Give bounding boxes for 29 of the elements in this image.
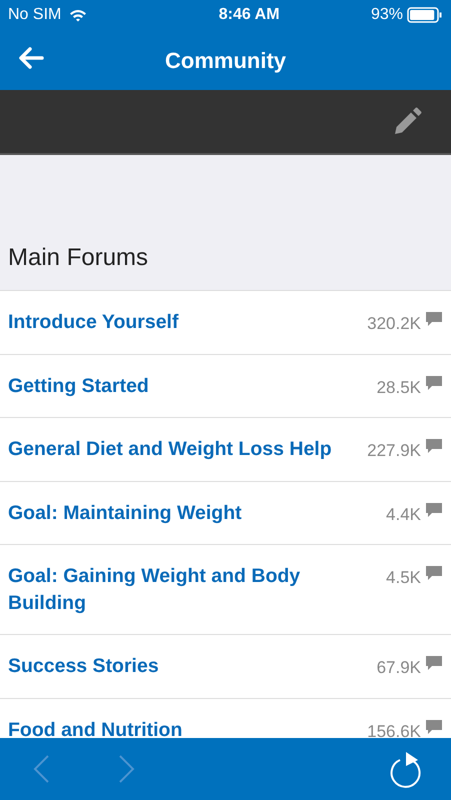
forum-link[interactable]: Food and Nutrition (8, 716, 182, 738)
speech-bubble-icon (425, 655, 443, 671)
post-count: 67.9K (376, 657, 421, 679)
post-count: 156.6K (367, 720, 421, 738)
speech-bubble-icon (425, 718, 443, 734)
speech-bubble-icon (425, 502, 443, 518)
post-count: 4.5K (386, 567, 421, 589)
section-heading: Main Forums (7, 243, 150, 273)
back-arrow-icon (18, 46, 44, 69)
forum-link[interactable]: General Diet and Weight Loss Help (8, 436, 332, 464)
post-count: 227.9K (367, 440, 421, 462)
speech-bubble-icon (425, 565, 443, 581)
forum-link[interactable]: Goal: Gaining Weight and Body Building (8, 563, 378, 617)
carrier-text: No SIM (8, 5, 62, 25)
post-count: 28.5K (376, 376, 421, 398)
battery-icon (406, 7, 443, 23)
speech-bubble-icon (425, 374, 443, 390)
forum-link[interactable]: Goal: Maintaining Weight (8, 500, 242, 527)
forum-link[interactable]: Introduce Yourself (8, 309, 178, 336)
forum-link[interactable]: Getting Started (8, 372, 149, 400)
wifi-icon (69, 8, 88, 22)
speech-bubble-icon (425, 311, 443, 327)
speech-bubble-icon (425, 438, 443, 454)
clock-text: 8:46 AM (218, 5, 280, 25)
page-title: Community (165, 46, 286, 75)
post-count: 320.2K (367, 313, 421, 335)
forum-link[interactable]: Success Stories (8, 653, 159, 680)
post-count: 4.4K (386, 504, 421, 526)
battery-text: 93% (370, 5, 403, 25)
